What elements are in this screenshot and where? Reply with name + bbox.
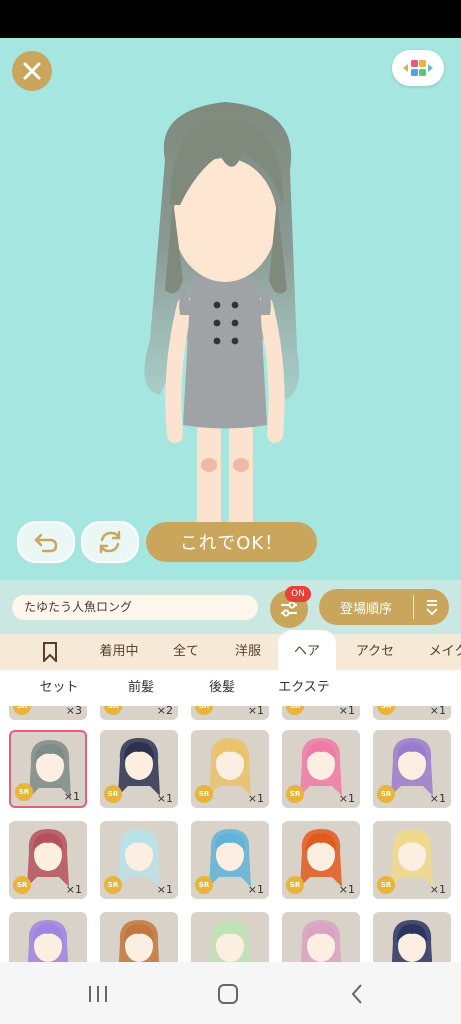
color-palette-icon bbox=[403, 60, 433, 76]
system-nav-bar bbox=[0, 962, 461, 1024]
rarity-badge: SR bbox=[195, 706, 213, 715]
category-tabs: 着用中 全て 洋服 ヘア アクセ メイク bbox=[0, 630, 461, 670]
sort-order-icon bbox=[425, 600, 438, 616]
rarity-badge: SR bbox=[13, 706, 31, 715]
tab-accessory[interactable]: アクセ bbox=[344, 634, 406, 670]
item-cell[interactable]: SR ×1 bbox=[9, 821, 87, 899]
subtab-extensions[interactable]: エクステ bbox=[266, 677, 342, 699]
sort-button[interactable]: 登場順序 bbox=[319, 589, 449, 625]
avatar-stage: これでOK！ bbox=[0, 38, 461, 580]
close-icon bbox=[23, 62, 41, 80]
tab-hair[interactable]: ヘア bbox=[278, 630, 336, 670]
sort-order-toggle[interactable] bbox=[414, 598, 449, 616]
item-cell-partial[interactable]: SR ×2 bbox=[100, 706, 178, 720]
item-count: ×1 bbox=[247, 706, 264, 717]
item-count: ×1 bbox=[247, 883, 264, 896]
refresh-icon bbox=[99, 530, 121, 554]
rarity-badge: SR bbox=[104, 876, 122, 894]
rarity-badge: SR bbox=[195, 785, 213, 803]
subtab-set[interactable]: セット bbox=[18, 677, 100, 699]
sort-divider bbox=[413, 595, 414, 619]
item-cell[interactable]: SR ×1 bbox=[373, 821, 451, 899]
rarity-badge: SR bbox=[286, 706, 304, 715]
item-cell[interactable]: SR ×1 bbox=[100, 730, 178, 808]
item-count: ×3 bbox=[65, 706, 82, 717]
avatar-character bbox=[144, 102, 300, 558]
subtab-back-hair[interactable]: 後髪 bbox=[186, 677, 258, 699]
item-cell[interactable]: SR ×1 bbox=[373, 730, 451, 808]
item-cell[interactable]: SR ×1 bbox=[191, 730, 269, 808]
item-grid: SR ×3 SR ×2 SR ×1 SR ×1 SR ×1 SR ×1 SR ×1 SR ×1 SR ×1 SR ×1… bbox=[0, 706, 461, 962]
item-count: ×1 bbox=[65, 883, 82, 896]
rarity-badge: SR bbox=[377, 876, 395, 894]
hair-preview-icon bbox=[391, 920, 433, 962]
status-bar bbox=[0, 0, 461, 38]
hair-preview-icon bbox=[300, 920, 342, 962]
hair-preview-icon bbox=[209, 920, 251, 962]
item-count: ×1 bbox=[247, 792, 264, 805]
item-cell[interactable]: SR ×1 bbox=[191, 821, 269, 899]
filter-on-badge: ON bbox=[285, 586, 311, 602]
hair-preview-icon bbox=[118, 920, 160, 962]
item-count: ×1 bbox=[429, 706, 446, 717]
recent-apps-icon bbox=[89, 986, 107, 1002]
palette-button[interactable] bbox=[392, 50, 444, 86]
item-cell[interactable] bbox=[100, 912, 178, 962]
rarity-badge: SR bbox=[15, 783, 33, 801]
rarity-badge: SR bbox=[13, 876, 31, 894]
item-cell[interactable]: SR ×1 bbox=[282, 730, 360, 808]
rarity-badge: SR bbox=[286, 785, 304, 803]
bookmark-icon bbox=[43, 642, 57, 664]
subtab-bangs[interactable]: 前髪 bbox=[106, 677, 176, 699]
sort-label: 登場順序 bbox=[339, 601, 392, 617]
item-count: ×1 bbox=[338, 883, 355, 896]
item-count: ×1 bbox=[156, 883, 173, 896]
hair-preview-icon bbox=[27, 920, 69, 962]
back-button[interactable] bbox=[345, 982, 369, 1006]
rarity-badge: SR bbox=[104, 785, 122, 803]
item-cell[interactable] bbox=[191, 912, 269, 962]
tab-wearing[interactable]: 着用中 bbox=[88, 634, 150, 670]
back-icon bbox=[351, 984, 362, 1004]
recent-apps-button[interactable] bbox=[86, 982, 110, 1006]
item-count: ×1 bbox=[429, 792, 446, 805]
item-count: ×1 bbox=[338, 792, 355, 805]
item-panel: たゆたう人魚ロング ON 登場順序 着用中 全て 洋服 ヘア アクセ メイク セ… bbox=[0, 580, 461, 962]
item-cell-partial[interactable]: SR ×3 bbox=[9, 706, 87, 720]
item-cell[interactable]: SR ×1 bbox=[9, 730, 87, 808]
item-cell-partial[interactable]: SR ×1 bbox=[191, 706, 269, 720]
tab-clothes[interactable]: 洋服 bbox=[222, 634, 274, 670]
home-icon bbox=[218, 984, 238, 1004]
undo-icon bbox=[34, 533, 58, 553]
rarity-badge: SR bbox=[377, 785, 395, 803]
tab-all[interactable]: 全て bbox=[160, 634, 212, 670]
rarity-badge: SR bbox=[377, 706, 395, 715]
home-button[interactable] bbox=[216, 982, 240, 1006]
item-cell-partial[interactable]: SR ×1 bbox=[282, 706, 360, 720]
rarity-badge: SR bbox=[286, 876, 304, 894]
item-cell-partial[interactable]: SR ×1 bbox=[373, 706, 451, 720]
item-cell[interactable]: SR ×1 bbox=[100, 821, 178, 899]
undo-button[interactable] bbox=[17, 521, 75, 563]
tab-bookmark[interactable] bbox=[30, 634, 70, 670]
item-count: ×1 bbox=[429, 883, 446, 896]
item-count: ×1 bbox=[156, 792, 173, 805]
rarity-badge: SR bbox=[104, 706, 122, 715]
item-count: ×1 bbox=[338, 706, 355, 717]
hair-subtabs: セット 前髪 後髪 エクステ bbox=[0, 670, 461, 706]
item-cell[interactable] bbox=[282, 912, 360, 962]
item-count: ×2 bbox=[156, 706, 173, 717]
close-button[interactable] bbox=[12, 51, 52, 91]
reset-button[interactable] bbox=[81, 521, 139, 563]
item-cell[interactable] bbox=[9, 912, 87, 962]
sliders-icon bbox=[281, 601, 297, 617]
tab-makeup[interactable]: メイク bbox=[418, 634, 461, 670]
item-cell[interactable] bbox=[373, 912, 451, 962]
item-name-field: たゆたう人魚ロング bbox=[12, 595, 258, 620]
item-count: ×1 bbox=[63, 790, 80, 803]
rarity-badge: SR bbox=[195, 876, 213, 894]
item-cell[interactable]: SR ×1 bbox=[282, 821, 360, 899]
confirm-ok-button[interactable]: これでOK！ bbox=[146, 522, 317, 562]
